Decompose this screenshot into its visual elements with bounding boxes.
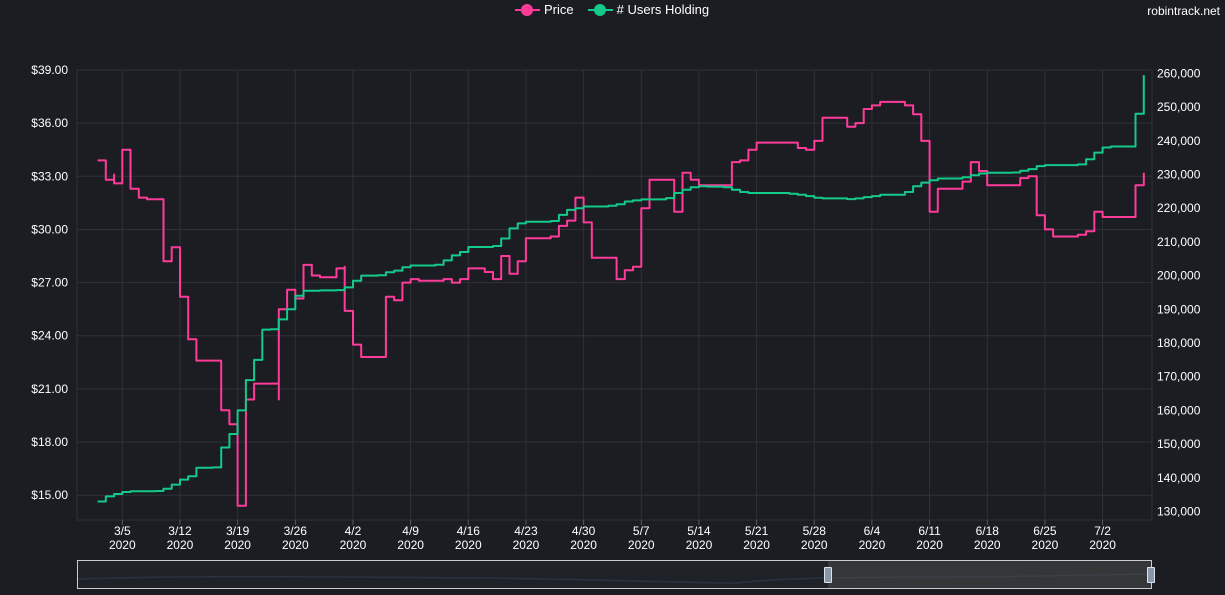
x-tick-year-label: 2020 [743,538,770,552]
x-tick-year-label: 2020 [686,538,713,552]
y-left-tick-label: $21.00 [31,382,68,396]
y-right-tick-label: 180,000 [1157,336,1201,350]
navigator-right-handle[interactable] [1147,567,1155,583]
brand-label[interactable]: robintrack.net [1147,4,1220,18]
x-tick-year-label: 2020 [167,538,194,552]
y-left-tick-label: $15.00 [31,488,68,502]
x-tick-label: 3/5 [114,524,131,538]
x-tick-label: 4/2 [345,524,362,538]
y-right-tick-label: 140,000 [1157,471,1201,485]
legend-label-price: Price [544,2,574,17]
x-tick-year-label: 2020 [1032,538,1059,552]
x-tick-label: 6/18 [976,524,1000,538]
x-tick-year-label: 2020 [397,538,424,552]
price-legend-marker-icon [515,3,540,17]
x-tick-year-label: 2020 [628,538,655,552]
x-tick-year-label: 2020 [340,538,367,552]
x-tick-year-label: 2020 [801,538,828,552]
x-tick-label: 5/28 [803,524,827,538]
x-tick-label: 6/25 [1033,524,1057,538]
y-left-tick-label: $39.00 [31,63,68,77]
axis-layer: 3/520203/1220203/1920203/2620204/220204/… [31,63,1200,552]
legend-item-users-holding[interactable]: # Users Holding [587,2,710,17]
x-tick-label: 3/12 [168,524,192,538]
x-tick-label: 5/14 [687,524,711,538]
y-right-tick-label: 250,000 [1157,100,1201,114]
x-tick-year-label: 2020 [455,538,482,552]
x-tick-year-label: 2020 [974,538,1001,552]
x-tick-year-label: 2020 [916,538,943,552]
x-tick-year-label: 2020 [513,538,540,552]
y-left-tick-label: $30.00 [31,222,68,236]
y-left-tick-label: $33.00 [31,169,68,183]
y-right-tick-label: 150,000 [1157,437,1201,451]
x-tick-label: 4/9 [402,524,419,538]
x-tick-label: 4/23 [514,524,538,538]
x-tick-year-label: 2020 [859,538,886,552]
y-right-tick-label: 260,000 [1157,66,1201,80]
y-right-tick-label: 210,000 [1157,235,1201,249]
y-right-tick-label: 130,000 [1157,505,1201,519]
x-tick-year-label: 2020 [224,538,251,552]
y-right-tick-label: 230,000 [1157,167,1201,181]
y-right-tick-label: 170,000 [1157,370,1201,384]
x-tick-year-label: 2020 [282,538,309,552]
x-tick-label: 5/21 [745,524,769,538]
x-tick-year-label: 2020 [109,538,136,552]
range-navigator[interactable] [77,560,1155,589]
chart-canvas: 3/520203/1220203/1920203/2620204/220204/… [31,63,1200,552]
x-tick-label: 6/4 [864,524,881,538]
legend-label-users-holding: # Users Holding [616,2,710,17]
x-tick-label: 4/30 [572,524,596,538]
users-legend-marker-icon [587,3,613,17]
y-left-tick-label: $24.00 [31,329,68,343]
x-tick-year-label: 2020 [1089,538,1116,552]
x-tick-label: 3/26 [284,524,308,538]
x-tick-label: 3/19 [226,524,250,538]
legend-item-price[interactable]: Price [515,2,574,17]
x-tick-label: 7/2 [1094,524,1111,538]
y-right-tick-label: 240,000 [1157,134,1201,148]
x-tick-year-label: 2020 [570,538,597,552]
navigator-left-handle[interactable] [824,567,832,583]
y-right-tick-label: 220,000 [1157,201,1201,215]
y-left-tick-label: $36.00 [31,116,68,130]
y-right-tick-label: 200,000 [1157,269,1201,283]
y-left-tick-label: $18.00 [31,435,68,449]
navigator-unselected-range [828,561,1151,588]
x-tick-label: 6/11 [918,524,941,538]
y-right-tick-label: 190,000 [1157,302,1201,316]
y-right-tick-label: 160,000 [1157,403,1201,417]
x-tick-label: 4/16 [457,524,481,538]
y-left-tick-label: $27.00 [31,276,68,290]
x-tick-label: 5/7 [633,524,650,538]
chart-legend: Price # Users Holding [515,2,709,17]
